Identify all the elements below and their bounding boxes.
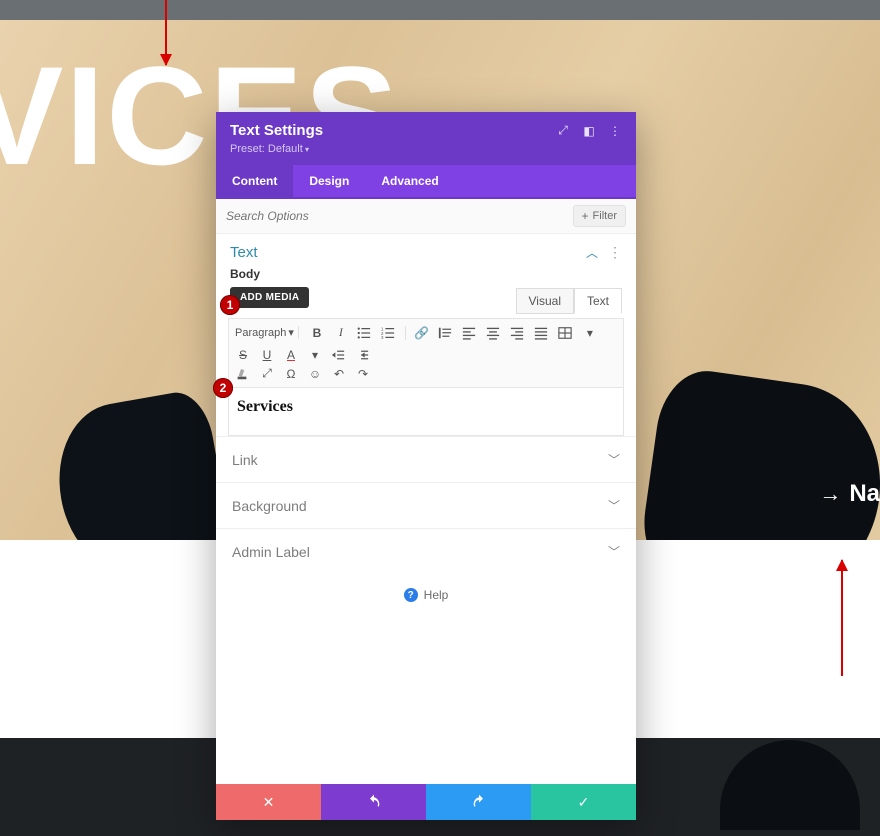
editor-content: Services <box>237 398 293 415</box>
chevron-down-icon: ﹀ <box>608 543 620 560</box>
preset-dropdown[interactable]: Preset: Default <box>230 143 622 155</box>
help-label: Help <box>424 588 449 602</box>
cancel-button[interactable]: ✕ <box>216 784 321 820</box>
modal-footer: ✕ ✓ <box>216 784 636 820</box>
fullscreen-icon[interactable]: ⤢ <box>259 366 275 381</box>
clear-format-icon[interactable] <box>235 367 251 381</box>
chevron-down-icon: ﹀ <box>608 497 620 514</box>
redo-button[interactable] <box>426 784 531 820</box>
accordion-admin-label[interactable]: Admin Label ﹀ <box>216 528 636 574</box>
underline-icon[interactable]: U <box>259 348 275 362</box>
numbered-list-icon[interactable]: 123 <box>381 326 397 340</box>
filter-button[interactable]: + Filter <box>573 205 626 227</box>
editor-tab-visual[interactable]: Visual <box>516 288 574 314</box>
expand-icon[interactable]: ⤢ <box>556 124 570 138</box>
emoji-icon[interactable]: ☺ <box>307 367 323 381</box>
caret-down-icon[interactable]: ▾ <box>307 348 323 362</box>
align-left-icon[interactable] <box>462 326 478 340</box>
special-char-icon[interactable]: Ω <box>283 367 299 381</box>
annotation-callout-2: 2 <box>213 378 233 398</box>
modal-title: Text Settings <box>230 122 556 139</box>
annotation-callout-1: 1 <box>220 295 240 315</box>
search-bar: + Filter <box>216 199 636 234</box>
kebab-menu-icon[interactable]: ⋮ <box>608 244 622 261</box>
svg-text:3: 3 <box>381 335 384 340</box>
table-icon[interactable] <box>558 326 574 340</box>
redo-icon[interactable]: ↷ <box>355 367 371 381</box>
chevron-down-icon: ﹀ <box>608 451 620 468</box>
caret-down-icon: ▾ <box>288 326 294 339</box>
text-settings-modal: Text Settings ⤢ ◧ ⋮ Preset: Default Cont… <box>216 112 636 820</box>
chevron-up-icon[interactable]: ︿ <box>586 244 598 261</box>
undo-button[interactable] <box>321 784 426 820</box>
modal-header: Text Settings ⤢ ◧ ⋮ Preset: Default Cont… <box>216 112 636 199</box>
next-nav-hint[interactable]: → Na <box>819 480 880 508</box>
outdent-icon[interactable] <box>331 348 347 362</box>
save-button[interactable]: ✓ <box>531 784 636 820</box>
align-right-icon[interactable] <box>510 326 526 340</box>
annotation-arrow-down <box>165 0 167 65</box>
format-select[interactable]: Paragraph▾ <box>235 326 299 339</box>
strikethrough-icon[interactable]: S <box>235 348 251 362</box>
undo-icon <box>366 794 382 810</box>
redo-icon <box>471 794 487 810</box>
bold-icon[interactable]: B <box>309 326 325 340</box>
annotation-arrow-up <box>841 560 843 676</box>
body-label: Body <box>216 267 636 287</box>
accordion-background-label: Background <box>232 498 608 514</box>
tab-design[interactable]: Design <box>293 165 365 197</box>
bullet-list-icon[interactable] <box>357 326 373 340</box>
text-color-icon[interactable]: A <box>283 348 299 362</box>
search-input[interactable] <box>226 209 573 223</box>
accordion-admin-label-label: Admin Label <box>232 544 608 560</box>
plus-icon: + <box>582 209 589 223</box>
indent-icon[interactable] <box>355 348 371 362</box>
section-text-label: Text <box>230 244 586 261</box>
caret-down-icon[interactable]: ▾ <box>582 326 598 340</box>
tab-content[interactable]: Content <box>216 165 293 197</box>
snap-icon[interactable]: ◧ <box>582 124 596 138</box>
arrow-right-icon: → <box>819 481 841 507</box>
blockquote-icon[interactable] <box>438 326 454 340</box>
editor-tab-text[interactable]: Text <box>574 288 622 314</box>
help-link[interactable]: ? Help <box>216 574 636 612</box>
align-justify-icon[interactable] <box>534 326 550 340</box>
filter-label: Filter <box>593 210 617 222</box>
check-icon: ✓ <box>578 794 590 811</box>
editor-textarea[interactable]: Services <box>228 388 624 436</box>
undo-icon[interactable]: ↶ <box>331 367 347 381</box>
help-icon: ? <box>404 588 418 602</box>
section-text-header[interactable]: Text ︿ ⋮ <box>216 234 636 267</box>
kebab-menu-icon[interactable]: ⋮ <box>608 124 622 138</box>
accordion-link-label: Link <box>232 452 608 468</box>
align-center-icon[interactable] <box>486 326 502 340</box>
editor-toolbar: Paragraph▾ B I 123 🔗 ▾ S U A ▾ <box>228 318 624 388</box>
accordion-background[interactable]: Background ﹀ <box>216 482 636 528</box>
accordion-link[interactable]: Link ﹀ <box>216 436 636 482</box>
italic-icon[interactable]: I <box>333 325 349 340</box>
close-icon: ✕ <box>263 794 275 811</box>
add-media-button[interactable]: ADD MEDIA <box>230 287 309 308</box>
next-nav-label: Na <box>849 480 880 508</box>
tab-advanced[interactable]: Advanced <box>365 165 454 197</box>
link-icon[interactable]: 🔗 <box>414 326 430 340</box>
